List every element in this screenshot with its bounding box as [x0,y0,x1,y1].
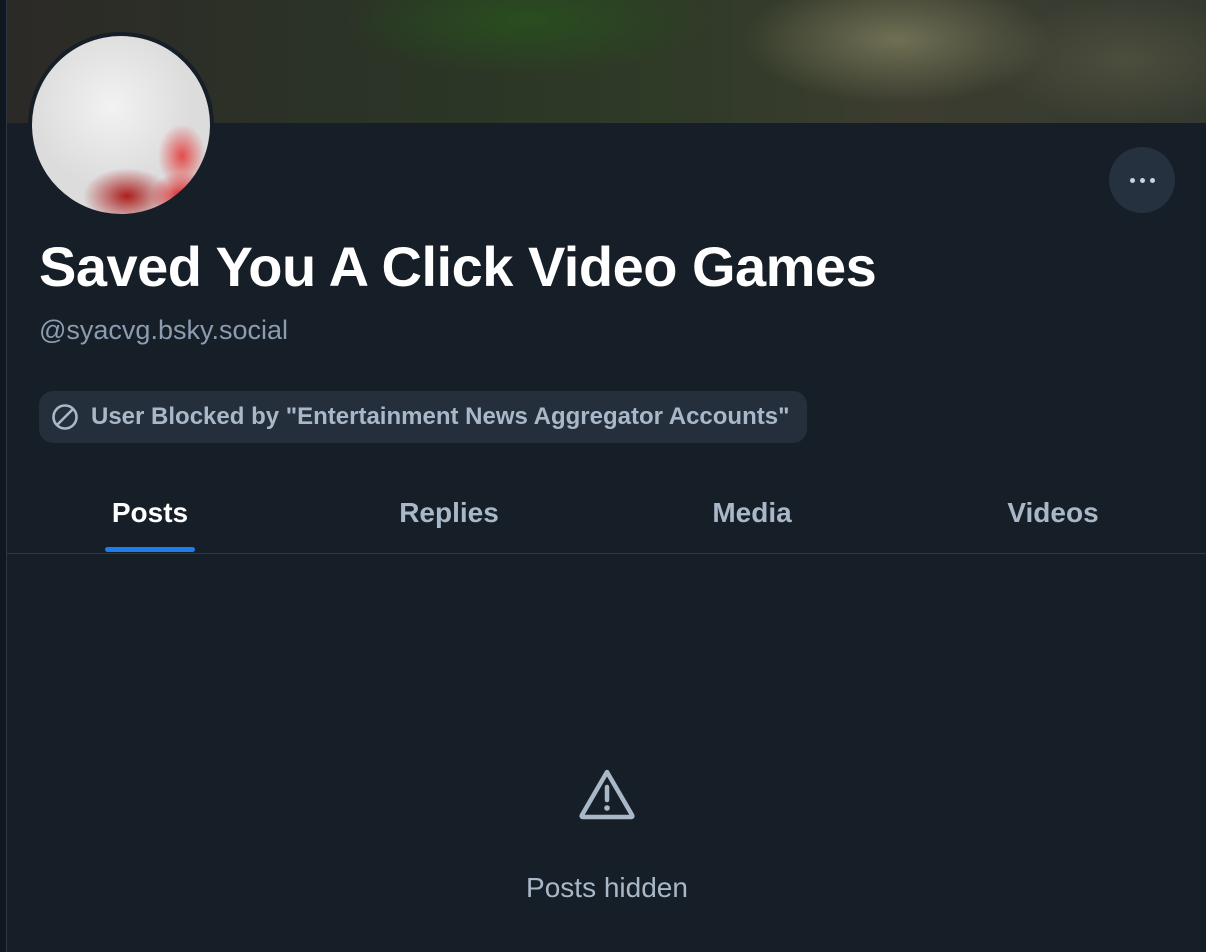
tab-videos[interactable]: Videos [983,472,1123,553]
moderation-label-text: User Blocked by "Entertainment News Aggr… [91,403,790,430]
avatar[interactable] [32,36,210,214]
ellipsis-icon [1127,177,1157,183]
profile-handle[interactable]: @syacvg.bsky.social [39,315,288,346]
block-icon [51,403,79,431]
warning-icon [578,768,636,820]
posts-hidden-message: Posts hidden [526,872,688,903]
profile-page: Saved You A Click Video Games @syacvg.bs… [0,0,1206,952]
left-column-border [0,0,7,952]
tab-media[interactable]: Media [682,472,822,553]
moderation-label-pill[interactable]: User Blocked by "Entertainment News Aggr… [39,391,808,443]
profile-display-name: Saved You A Click Video Games [39,235,877,298]
tab-posts[interactable]: Posts [80,472,220,553]
tab-replies[interactable]: Replies [379,472,519,553]
active-tab-indicator [105,547,195,552]
more-options-button[interactable] [1109,147,1175,213]
profile-tabs: Posts Replies Media Videos [7,472,1206,554]
